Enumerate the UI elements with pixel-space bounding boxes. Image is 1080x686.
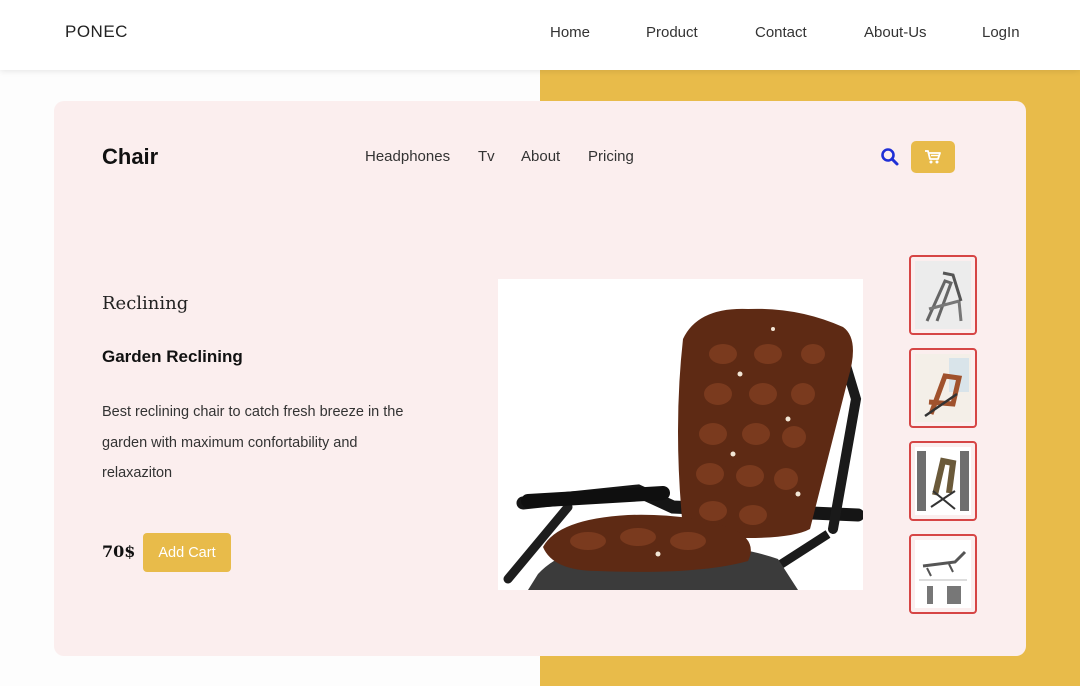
product-price: 70$ (102, 542, 136, 561)
cart-button[interactable] (911, 141, 955, 173)
nav-product[interactable]: Product (646, 24, 698, 41)
thumbnail-3[interactable] (909, 441, 977, 521)
product-card: Chair Headphones Tv About Pricing Reclin… (54, 101, 1026, 656)
product-description: Best reclining chair to catch fresh bree… (102, 404, 404, 481)
cart-icon (925, 150, 941, 164)
card-nav-tv[interactable]: Tv (478, 148, 495, 165)
card-brand-title[interactable]: Chair (102, 144, 158, 170)
thumbnail-2[interactable] (909, 348, 977, 428)
top-navbar: PONEC Home Product Contact About-Us LogI… (0, 0, 1080, 70)
search-icon[interactable] (880, 147, 900, 167)
thumbnail-1[interactable] (909, 255, 977, 335)
card-nav-pricing[interactable]: Pricing (588, 148, 634, 165)
nav-contact[interactable]: Contact (755, 24, 807, 41)
nav-home[interactable]: Home (550, 24, 590, 41)
site-logo[interactable]: PONEC (65, 22, 128, 42)
thumbnail-4[interactable] (909, 534, 977, 614)
product-main-image (498, 279, 863, 590)
nav-about-us[interactable]: About-Us (864, 24, 927, 41)
product-name: Garden Reclining (102, 347, 243, 366)
add-cart-button[interactable]: Add Cart (143, 533, 231, 572)
product-category: Reclining (102, 293, 189, 314)
card-nav-headphones[interactable]: Headphones (365, 148, 450, 165)
nav-login[interactable]: LogIn (982, 24, 1020, 41)
card-nav-about[interactable]: About (521, 148, 560, 165)
